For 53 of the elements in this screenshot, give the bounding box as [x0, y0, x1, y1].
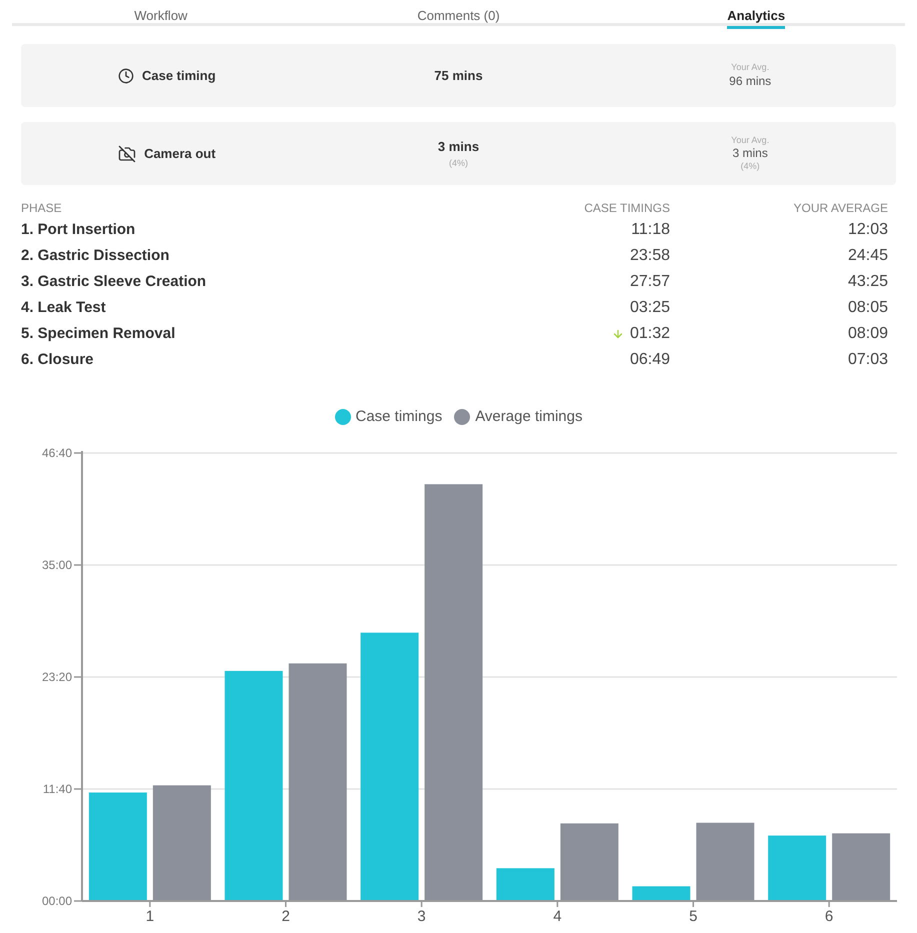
phase-name: 4. Leak Test: [21, 298, 107, 318]
column-header: PHASE: [21, 200, 63, 217]
average-note: (4%): [740, 161, 760, 172]
clock-icon: [118, 68, 134, 84]
x-tick-label: 1: [146, 908, 154, 924]
average-time: 43:25: [846, 272, 889, 292]
y-tick-label: 46:40: [42, 446, 72, 460]
x-tick-label: 2: [282, 908, 290, 924]
bar: [632, 886, 690, 901]
y-tick-label: 35:00: [42, 558, 72, 572]
tab[interactable]: Comments (0): [417, 0, 500, 26]
case-time: 27:57: [630, 272, 670, 292]
tab[interactable]: Workflow: [134, 0, 188, 26]
case-time: 23:58: [630, 246, 670, 266]
summary-value: 3 mins: [438, 138, 480, 156]
legend-label: Case timings: [356, 406, 442, 427]
bar: [832, 833, 890, 901]
average-time: 24:45: [846, 246, 889, 266]
x-tick-label: 6: [824, 908, 834, 924]
camera-off-icon: [118, 144, 136, 162]
summary-label: Case timing: [142, 66, 216, 85]
column-header: CASE TIMINGS: [583, 200, 670, 217]
average-label: Your Avg.: [731, 134, 770, 146]
average-label: Your Avg.: [731, 62, 770, 74]
average-time: 08:05: [846, 298, 889, 318]
phase-name: 3. Gastric Sleeve Creation: [21, 272, 208, 292]
bar: [496, 868, 554, 901]
phase-name: 5. Specimen Removal: [21, 324, 176, 344]
x-tick-label: 4: [553, 908, 562, 924]
phase-name: 6. Closure: [21, 350, 95, 370]
average-time: 12:03: [846, 220, 889, 240]
column-header: YOUR AVERAGE: [792, 200, 889, 217]
case-time: 06:49: [630, 350, 670, 370]
y-tick-label: 11:40: [42, 782, 72, 796]
phase-name: 2. Gastric Dissection: [21, 246, 170, 266]
y-tick-label: 23:20: [42, 670, 72, 684]
summary-value: 75 mins: [434, 66, 483, 85]
legend-label: Average timings: [475, 406, 582, 427]
case-time: 03:25: [630, 298, 670, 318]
average-value: 3 mins: [732, 146, 768, 161]
x-tick-label: 3: [417, 908, 426, 924]
case-time: 01:32: [630, 324, 670, 344]
average-value: 96 mins: [729, 74, 772, 89]
tab[interactable]: Analytics: [727, 0, 786, 29]
average-time: 08:09: [846, 324, 889, 344]
case-time: 11:18: [631, 220, 670, 240]
y-tick-label: 00:00: [42, 894, 72, 908]
x-tick-label: 5: [689, 908, 698, 924]
average-time: 07:03: [846, 350, 889, 370]
summary-label: Camera out: [144, 144, 216, 163]
phase-name: 1. Port Insertion: [21, 220, 136, 240]
summary-note: (4%): [449, 156, 468, 170]
bar: [768, 836, 826, 901]
